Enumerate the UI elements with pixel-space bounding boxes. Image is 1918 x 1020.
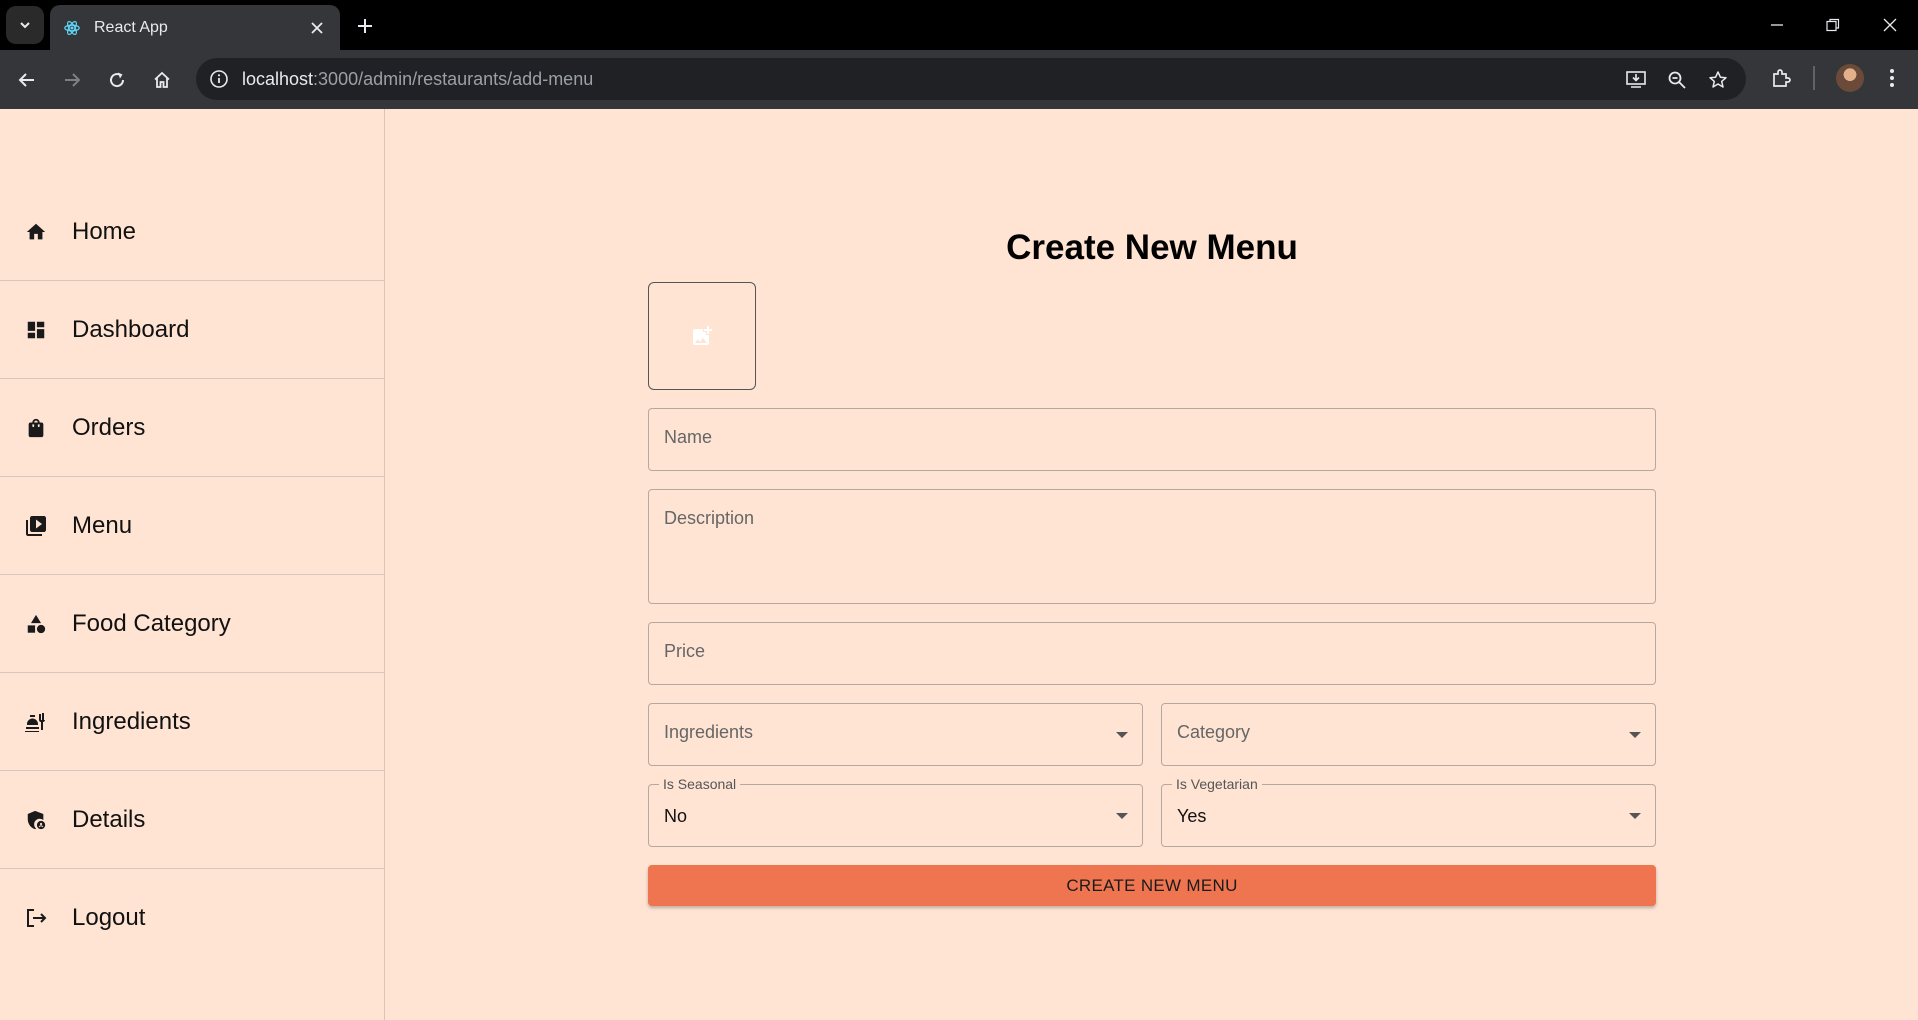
sidebar-item-food-category[interactable]: Food Category (0, 575, 384, 673)
sidebar-item-label: Ingredients (72, 707, 191, 735)
is-vegetarian-select[interactable]: Is Vegetarian Yes (1161, 776, 1656, 847)
close-tab-icon[interactable] (306, 17, 328, 39)
sidebar-item-home[interactable]: Home (0, 183, 384, 281)
is-seasonal-label: Is Seasonal (659, 776, 741, 792)
sidebar-item-dashboard[interactable]: Dashboard (0, 281, 384, 379)
tab-search-button[interactable] (6, 6, 44, 44)
sidebar-item-orders[interactable]: Orders (0, 379, 384, 477)
name-input[interactable]: Name (648, 408, 1656, 471)
dropdown-arrow-icon (1629, 732, 1641, 738)
is-vegetarian-label: Is Vegetarian (1172, 776, 1262, 792)
admin-sidebar: Home Dashboard Orders Menu Food Category… (0, 109, 385, 1020)
url-text: localhost:3000/admin/restaurants/add-men… (242, 69, 593, 90)
price-input[interactable]: Price (648, 622, 1656, 685)
forward-icon[interactable] (57, 65, 87, 95)
sidebar-item-label: Food Category (72, 609, 231, 637)
category-placeholder: Category (1177, 722, 1251, 742)
ingredients-icon (23, 709, 49, 735)
sidebar-item-ingredients[interactable]: Ingredients (0, 673, 384, 771)
ingredients-placeholder: Ingredients (664, 722, 754, 742)
page-title: Create New Menu (1006, 228, 1298, 267)
toolbar-separator (1813, 66, 1815, 90)
sidebar-item-label: Details (72, 805, 146, 833)
description-placeholder: Description (664, 508, 755, 528)
is-vegetarian-value: Yes (1177, 806, 1207, 826)
sidebar-item-menu[interactable]: Menu (0, 477, 384, 575)
price-placeholder: Price (664, 641, 706, 661)
zoom-icon[interactable] (1665, 68, 1689, 92)
url-path: :3000/admin/restaurants/add-menu (313, 69, 594, 89)
ingredients-select[interactable]: Ingredients (648, 703, 1143, 766)
name-placeholder: Name (664, 427, 713, 447)
close-window-icon[interactable] (1877, 12, 1903, 38)
sidebar-item-label: Home (72, 217, 137, 245)
extensions-icon[interactable] (1767, 64, 1795, 92)
site-info-icon[interactable] (208, 68, 230, 90)
category-icon (23, 611, 49, 637)
address-bar[interactable]: localhost:3000/admin/restaurants/add-men… (196, 58, 1746, 100)
is-seasonal-value: No (664, 806, 688, 826)
sidebar-item-details[interactable]: Details (0, 771, 384, 869)
browser-tab-bar: React App (0, 0, 1918, 50)
tab-title: React App (94, 18, 168, 36)
description-textarea[interactable]: Description (648, 489, 1656, 604)
sidebar-item-label: Dashboard (72, 315, 190, 343)
sidebar-item-logout[interactable]: Logout (0, 869, 384, 966)
new-tab-icon[interactable] (352, 13, 378, 39)
sidebar-item-label: Orders (72, 413, 146, 441)
dropdown-arrow-icon (1629, 813, 1641, 819)
url-host: localhost (242, 69, 314, 89)
bookmark-star-icon[interactable] (1706, 68, 1730, 92)
is-seasonal-select[interactable]: Is Seasonal No (648, 776, 1143, 847)
home-browser-icon[interactable] (147, 65, 177, 95)
sidebar-item-label: Menu (72, 511, 133, 539)
menu-book-icon (23, 513, 49, 539)
category-select[interactable]: Category (1161, 703, 1656, 766)
dashboard-icon (23, 317, 49, 343)
more-options-icon[interactable] (1878, 64, 1906, 92)
home-icon (23, 219, 49, 245)
install-app-icon[interactable] (1624, 68, 1648, 92)
browser-tab[interactable]: React App (50, 5, 340, 50)
minimize-icon[interactable] (1764, 12, 1790, 38)
sidebar-item-label: Logout (72, 903, 146, 931)
back-icon[interactable] (12, 65, 42, 95)
create-menu-button[interactable]: CREATE NEW MENU (648, 865, 1656, 906)
restore-icon[interactable] (1820, 12, 1846, 38)
browser-toolbar: localhost:3000/admin/restaurants/add-men… (0, 50, 1918, 109)
image-upload-button[interactable] (648, 282, 756, 390)
profile-avatar[interactable] (1836, 64, 1864, 92)
react-logo-icon (62, 18, 82, 38)
dropdown-arrow-icon (1116, 732, 1128, 738)
logout-icon (23, 905, 49, 931)
dropdown-arrow-icon (1116, 813, 1128, 819)
reload-icon[interactable] (102, 65, 132, 95)
admin-panel-icon (23, 807, 49, 833)
add-photo-icon (693, 326, 712, 345)
chevron-down-icon (20, 22, 30, 29)
shopping-bag-icon (23, 415, 49, 441)
